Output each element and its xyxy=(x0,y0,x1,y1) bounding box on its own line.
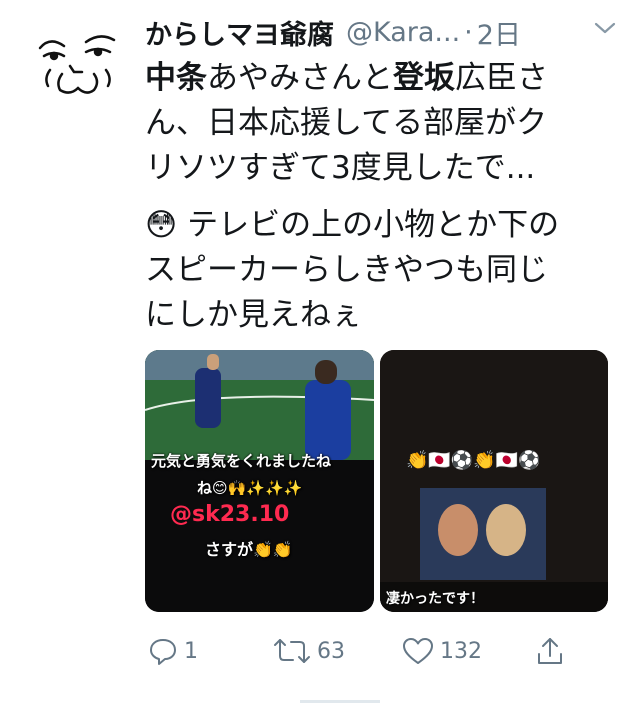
like-count: 132 xyxy=(440,638,482,664)
story-emojis: 👏🇯🇵⚽👏🇯🇵⚽ xyxy=(406,450,541,471)
tweet-text-line: にしか見えねぇ xyxy=(145,297,362,333)
reply-button[interactable]: 1 xyxy=(148,634,198,668)
story-text: さすが👏👏 xyxy=(205,540,293,559)
next-tweet-edge xyxy=(300,688,380,703)
story-text: ね😊🙌✨✨✨ xyxy=(197,479,303,497)
retweet-icon xyxy=(273,636,311,666)
tweet-text-line: ん、日本応援してる部屋がク xyxy=(145,105,548,141)
chevron-down-icon[interactable] xyxy=(592,18,618,38)
tweet-header: からしマヨ爺腐 @Kara... · 2日 xyxy=(145,12,625,52)
media-photo-left[interactable]: 元気と勇気をくれましたね ね😊🙌✨✨✨ @sk23.10 さすが👏👏 xyxy=(145,350,374,612)
user-handle[interactable]: @Kara... xyxy=(346,17,460,48)
reply-icon xyxy=(148,636,178,666)
retweet-button[interactable]: 63 xyxy=(273,634,345,668)
tweet-text-line: 😳 テレビの上の小物とか下の xyxy=(145,207,560,243)
tweet-text-line: 中条あやみさんと登坂広臣さ xyxy=(145,60,548,96)
heart-icon xyxy=(402,636,434,666)
tweet-text-line: リソツすぎて3度見したで... xyxy=(145,150,536,186)
timestamp[interactable]: 2日 xyxy=(477,13,521,52)
tv-screen-photo xyxy=(380,350,608,612)
media-photo-right[interactable]: 👏🇯🇵⚽👏🇯🇵⚽ 凄かったです！ xyxy=(380,350,608,612)
story-mention: @sk23.10 xyxy=(170,502,290,527)
reply-count: 1 xyxy=(184,638,198,664)
tweet-text: 中条あやみさんと登坂広臣さ ん、日本応援してる部屋がク リソツすぎて3度見したで… xyxy=(145,56,615,338)
story-caption: 凄かったです！ xyxy=(386,591,484,607)
share-icon xyxy=(536,636,564,666)
like-button[interactable]: 132 xyxy=(402,634,482,668)
tweet-text-line: スピーカーらしきやつも同じ xyxy=(145,252,548,288)
separator-dot: · xyxy=(464,16,473,48)
avatar[interactable] xyxy=(30,12,126,108)
display-name[interactable]: からしマヨ爺腐 xyxy=(145,13,334,52)
share-button[interactable] xyxy=(536,634,564,668)
retweet-count: 63 xyxy=(317,638,345,664)
face-doodle-avatar-icon xyxy=(38,35,116,94)
story-text: 元気と勇気をくれましたね xyxy=(151,452,332,470)
